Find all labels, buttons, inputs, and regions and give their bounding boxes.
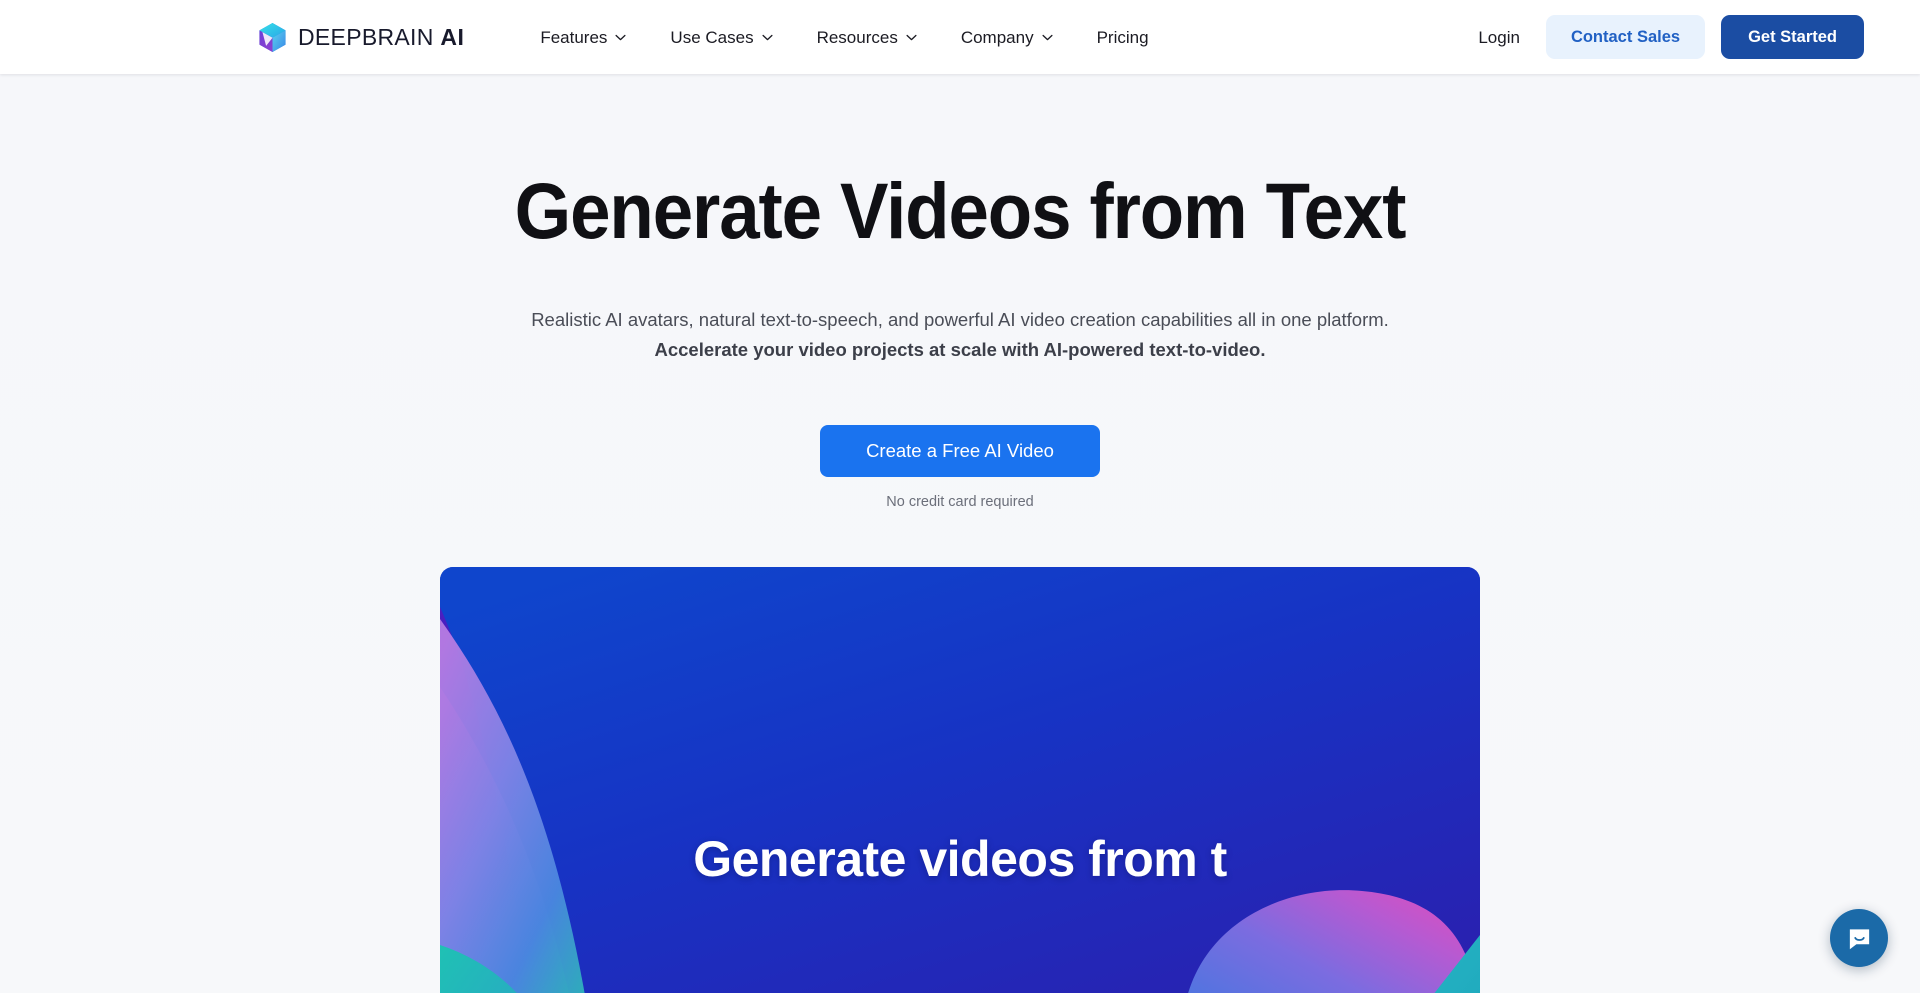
nav-item-company[interactable]: Company bbox=[939, 21, 1075, 54]
page-title: Generate Videos from Text bbox=[514, 166, 1407, 255]
chevron-down-icon bbox=[1042, 34, 1053, 41]
hero-subtitle-line-2: Accelerate your video projects at scale … bbox=[654, 338, 1266, 360]
brand-suffix-text: AI bbox=[440, 23, 465, 50]
chat-launcher-button[interactable] bbox=[1830, 909, 1888, 967]
navbar-actions: Login Contact Sales Get Started bbox=[1468, 14, 1864, 60]
nav-item-features-label: Features bbox=[540, 27, 608, 47]
nav-item-use-cases-label: Use Cases bbox=[670, 27, 754, 47]
hero-cta-group: Create a Free AI Video No credit card re… bbox=[0, 424, 1920, 511]
nav-item-company-label: Company bbox=[960, 27, 1034, 47]
chevron-down-icon bbox=[906, 34, 917, 41]
chevron-down-icon bbox=[762, 34, 773, 41]
hero-subtitle: Realistic AI avatars, natural text-to-sp… bbox=[0, 305, 1920, 365]
hero-video-background-art bbox=[440, 567, 1480, 993]
chevron-down-icon bbox=[615, 34, 626, 41]
nav-item-pricing-label: Pricing bbox=[1096, 27, 1149, 47]
chat-bubble-smile-icon bbox=[1846, 925, 1873, 952]
brand-wordmark: DEEPBRAIN AI bbox=[298, 23, 465, 50]
no-credit-card-note: No credit card required bbox=[886, 494, 1034, 511]
nav-item-pricing[interactable]: Pricing bbox=[1075, 21, 1171, 54]
primary-nav-links: Features Use Cases Resources Company Pri… bbox=[518, 21, 1170, 54]
contact-sales-button[interactable]: Contact Sales bbox=[1545, 14, 1706, 60]
create-free-ai-video-button[interactable]: Create a Free AI Video bbox=[820, 424, 1100, 478]
login-link[interactable]: Login bbox=[1468, 21, 1530, 54]
get-started-button[interactable]: Get Started bbox=[1721, 14, 1864, 60]
brand-logo-link[interactable]: DEEPBRAIN AI bbox=[258, 22, 464, 53]
hero-video-card[interactable]: Generate videos from t bbox=[440, 567, 1480, 993]
deepbrain-cube-logo-icon bbox=[258, 22, 287, 53]
nav-item-use-cases[interactable]: Use Cases bbox=[648, 21, 794, 54]
hero-section: Generate Videos from Text Realistic AI a… bbox=[0, 74, 1920, 993]
nav-item-resources[interactable]: Resources bbox=[795, 21, 939, 54]
brand-name-text: DEEPBRAIN bbox=[298, 23, 434, 50]
top-navigation-bar: DEEPBRAIN AI Features Use Cases Resource… bbox=[0, 0, 1920, 74]
navbar-inner: DEEPBRAIN AI Features Use Cases Resource… bbox=[0, 0, 1920, 74]
hero-subtitle-line-1: Realistic AI avatars, natural text-to-sp… bbox=[531, 308, 1389, 330]
nav-item-features[interactable]: Features bbox=[518, 21, 648, 54]
nav-item-resources-label: Resources bbox=[816, 27, 898, 47]
